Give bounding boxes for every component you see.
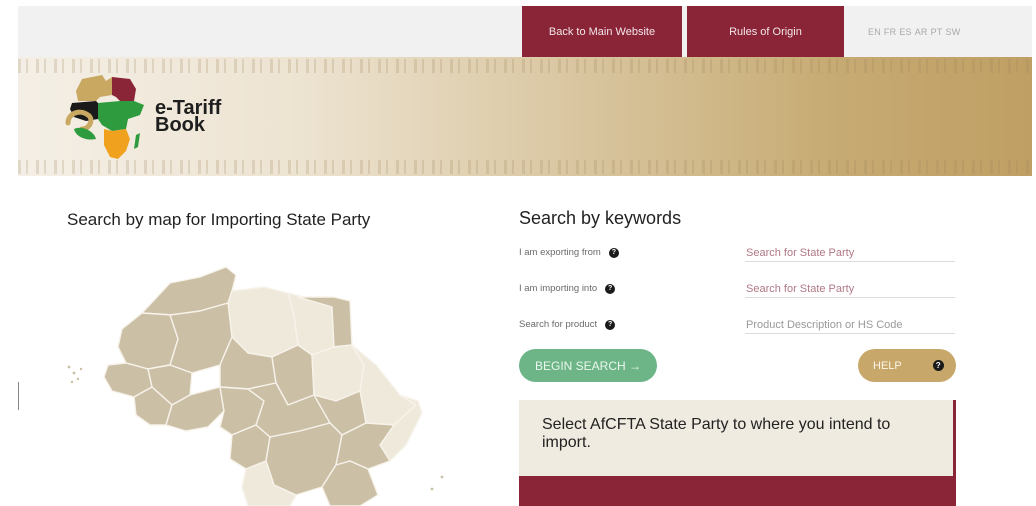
logo-text: e-Tariff Book — [155, 98, 221, 136]
language-es[interactable]: ES — [899, 27, 911, 37]
begin-search-button[interactable]: BEGIN SEARCH → — [519, 349, 657, 382]
map-country[interactable] — [117, 312, 179, 370]
info-message: Select AfCFTA State Party to where you i… — [542, 416, 891, 451]
help-button[interactable]: HELP ? — [858, 349, 956, 382]
back-to-main-website-button[interactable]: Back to Main Website — [522, 6, 682, 57]
importing-into-label-text: I am importing into — [519, 283, 598, 294]
africa-puzzle-logo-icon — [65, 75, 144, 159]
help-question-icon: ? — [932, 360, 944, 371]
importing-into-label: I am importing into ? — [519, 283, 616, 294]
importing-help-icon[interactable]: ? — [605, 283, 616, 294]
africa-map — [67, 266, 444, 506]
language-switcher: EN FR ES AR PT SW — [868, 6, 963, 57]
left-edge-marker — [18, 382, 19, 410]
language-ar[interactable]: AR — [915, 27, 928, 37]
banner-pattern-top — [18, 59, 1032, 73]
info-panel-footer — [519, 476, 956, 506]
logo-text-line2: Book — [155, 114, 205, 136]
product-help-icon[interactable]: ? — [605, 319, 616, 330]
rules-of-origin-button[interactable]: Rules of Origin — [687, 6, 844, 57]
importing-into-input[interactable] — [745, 280, 955, 298]
help-button-label: HELP — [873, 359, 902, 372]
search-product-label-text: Search for product — [519, 319, 598, 330]
product-search-input[interactable] — [745, 316, 955, 334]
map-search-title: Search by map for Importing State Party — [67, 210, 371, 229]
language-en[interactable]: EN — [868, 27, 881, 37]
language-fr[interactable]: FR — [884, 27, 896, 37]
banner-pattern-bottom — [18, 160, 1032, 174]
exporting-help-icon[interactable]: ? — [608, 247, 619, 258]
language-pt[interactable]: PT — [931, 27, 943, 37]
exporting-from-label-text: I am exporting from — [519, 247, 601, 258]
keyword-search-title: Search by keywords — [519, 208, 682, 228]
language-sw[interactable]: SW — [946, 27, 961, 37]
search-product-label: Search for product ? — [519, 319, 616, 330]
header-banner: e-Tariff Book — [18, 57, 1032, 176]
info-panel: Select AfCFTA State Party to where you i… — [519, 400, 956, 476]
top-bar: Back to Main Website Rules of Origin EN … — [18, 6, 1032, 57]
exporting-from-label: I am exporting from ? — [519, 247, 619, 258]
exporting-from-input[interactable] — [745, 244, 955, 262]
